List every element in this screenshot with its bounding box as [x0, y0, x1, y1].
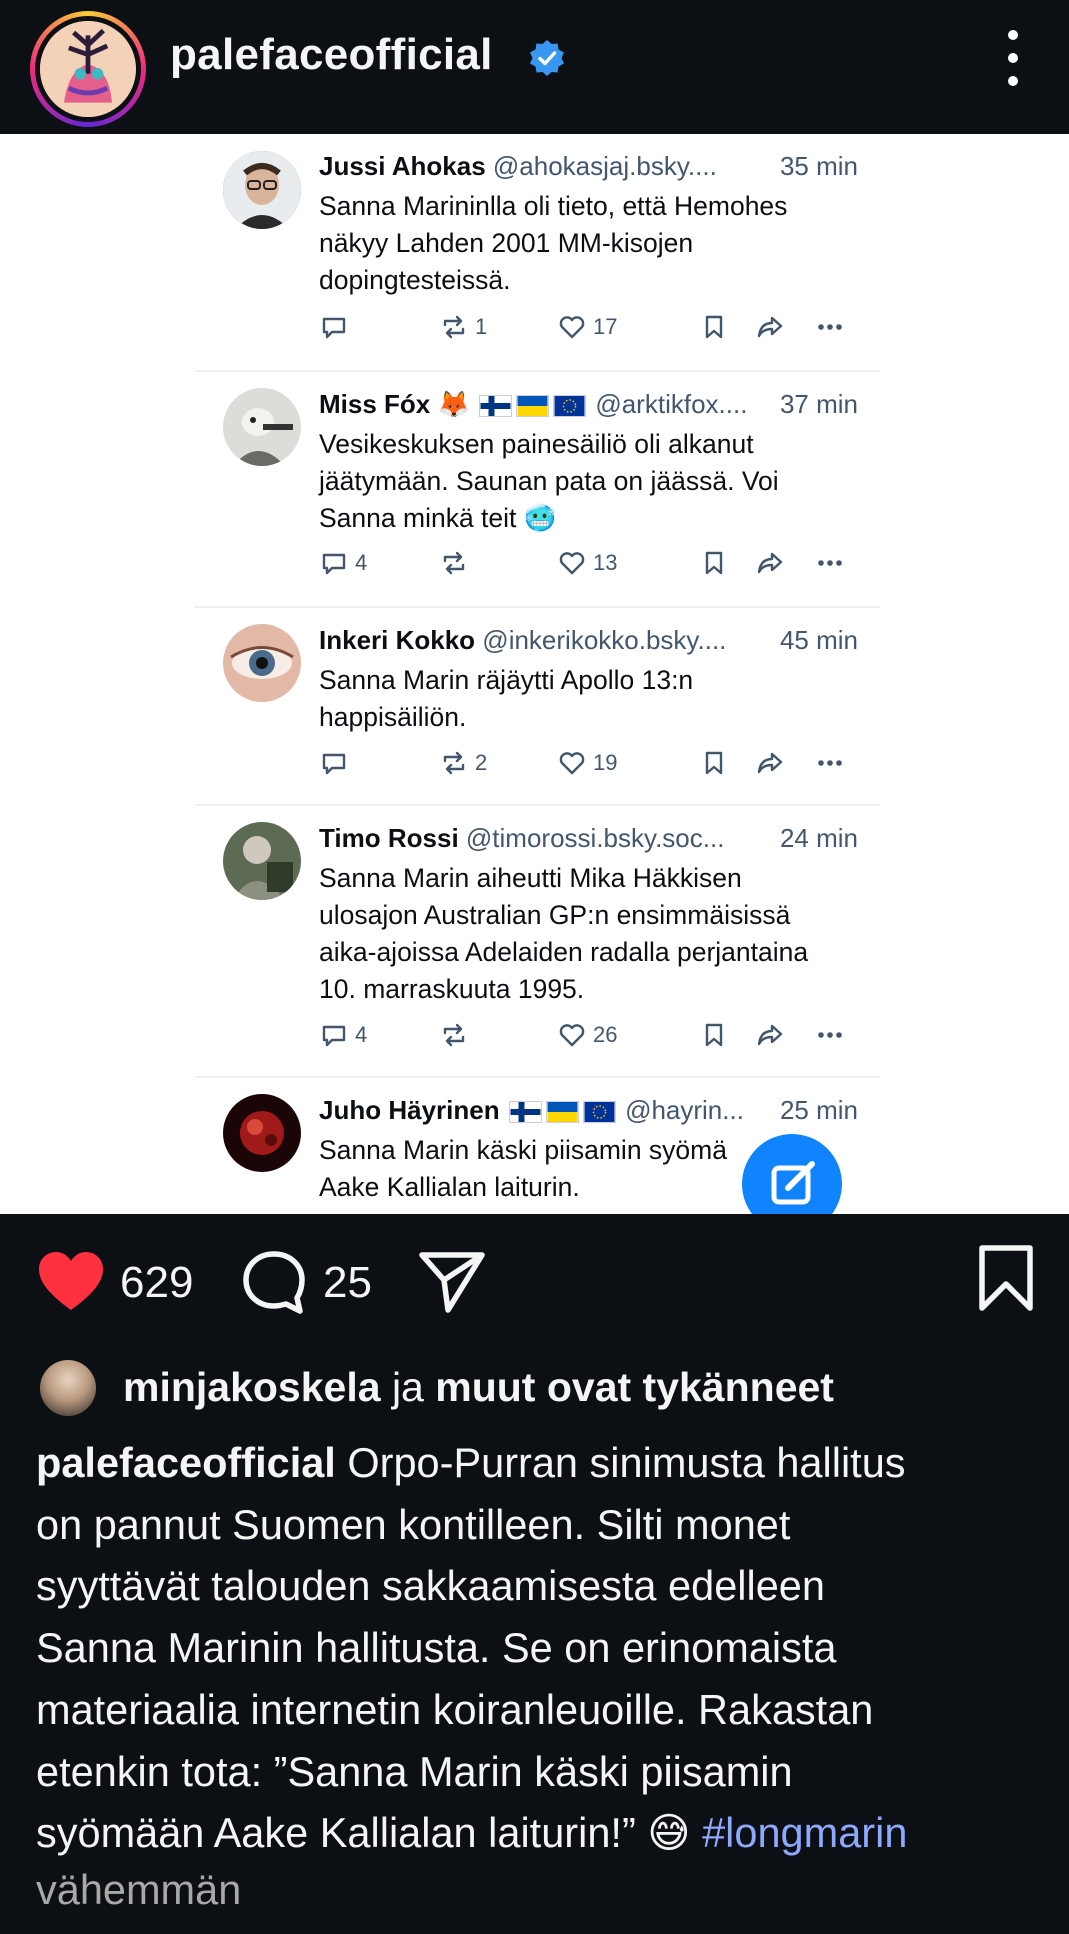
caption-username[interactable]: palefaceofficial — [36, 1439, 336, 1486]
finland-flag-icon — [508, 1101, 542, 1124]
share-small-icon — [755, 1020, 785, 1050]
liked-by[interactable]: minjakoskela ja muut ovat tykänneet — [123, 1364, 834, 1411]
author-name: Juho Häyrinen — [319, 1095, 500, 1125]
avatar[interactable] — [40, 1360, 96, 1416]
caption-line: Sanna Marinin hallitusta. Se on erinomai… — [36, 1624, 837, 1672]
caption-line: syömään Aake Kallialan laiturin!” 😅 — [36, 1809, 703, 1857]
repost-icon: 2 — [439, 748, 487, 778]
more-horizontal-icon — [815, 548, 845, 578]
post-header: palefaceofficial — [0, 0, 1069, 134]
header-username[interactable]: palefaceofficial — [170, 30, 493, 80]
repost-icon — [439, 548, 475, 578]
share-small-icon — [755, 548, 785, 578]
author-name: Inkeri Kokko — [319, 625, 476, 655]
ukraine-flag-icon — [545, 1101, 579, 1124]
embedded-post: Jussi Ahokas @ahokasjaj.bsky.... 35 min … — [195, 134, 880, 370]
caption-line: Orpo-Purran sinimusta hallitus — [335, 1439, 906, 1486]
post-image[interactable]: Jussi Ahokas @ahokasjaj.bsky.... 35 min … — [0, 134, 1069, 1214]
share-small-icon — [755, 312, 785, 342]
liked-by-connector: ja — [391, 1364, 424, 1410]
caption-line: materiaalia internetin koiranleuoille. R… — [36, 1685, 874, 1733]
bookmark-icon[interactable] — [976, 1244, 1036, 1312]
like-icon: 17 — [557, 312, 617, 342]
hashtag-link[interactable]: #longmarin — [702, 1809, 907, 1856]
caption-line: on pannut Suomen kontilleen. Silti monet — [36, 1500, 791, 1548]
author-handle: @inkerikokko.bsky.... — [482, 625, 727, 655]
like-count[interactable]: 629 — [120, 1258, 193, 1308]
eu-flag-icon — [553, 395, 587, 418]
liked-by-others[interactable]: muut ovat tykänneet — [435, 1364, 834, 1410]
caption: palefaceofficial Orpo-Purran sinimusta h… — [36, 1432, 1056, 1864]
author-name: Miss Fóx 🦊 — [319, 389, 470, 419]
bookmark-small-icon — [699, 748, 729, 778]
reply-icon: 4 — [319, 1020, 367, 1050]
like-icon: 26 — [557, 1020, 617, 1050]
post-time: 37 min — [779, 389, 858, 419]
post-time: 35 min — [779, 151, 858, 181]
comment-icon[interactable] — [240, 1249, 308, 1317]
author-handle: @ahokasjaj.bsky.... — [492, 151, 717, 181]
repost-icon: 1 — [439, 312, 487, 342]
liked-by-user[interactable]: minjakoskela — [123, 1364, 381, 1410]
author-name: Jussi Ahokas — [319, 151, 486, 181]
avatar — [223, 1094, 301, 1172]
caption-line: syyttävät talouden sakkaamisesta edellee… — [36, 1562, 825, 1610]
more-vertical-icon[interactable] — [998, 30, 1028, 86]
repost-icon — [439, 1020, 475, 1050]
author-handle: @arktikfox.... — [595, 389, 748, 419]
post-text: Sanna Marin räjäytti Apollo 13:n happisäi… — [319, 665, 694, 732]
post-time: 45 min — [779, 625, 858, 655]
post-text: Sanna Marin aiheutti Mika Häkkisen ulosaj… — [319, 863, 809, 1004]
like-icon: 13 — [557, 548, 617, 578]
more-horizontal-icon — [815, 1020, 845, 1050]
avatar — [223, 822, 301, 900]
heart-icon[interactable] — [36, 1250, 106, 1314]
compose-icon — [742, 1134, 842, 1214]
author-handle: @timorossi.bsky.soc... — [465, 823, 725, 853]
bookmark-small-icon — [699, 1020, 729, 1050]
share-small-icon — [755, 748, 785, 778]
avatar — [223, 624, 301, 702]
reply-icon — [319, 312, 355, 342]
post-time: 24 min — [779, 823, 858, 853]
bookmark-small-icon — [699, 312, 729, 342]
comment-count[interactable]: 25 — [323, 1258, 372, 1308]
post-text: Sanna Marininlla oli tieto, että Hemohes… — [319, 191, 788, 295]
avatar — [223, 388, 301, 466]
caption-line: etenkin tota: ”Sanna Marin käski piisami… — [36, 1747, 793, 1795]
author-handle: @hayrin... — [625, 1095, 744, 1125]
verified-badge-icon — [530, 40, 564, 76]
author-name: Timo Rossi — [319, 823, 459, 853]
post-text: Vesikeskuksen painesäiliö oli alkanut jää… — [319, 429, 779, 533]
like-icon: 19 — [557, 748, 617, 778]
embedded-post: Inkeri Kokko @inkerikokko.bsky.... 45 mi… — [195, 608, 880, 804]
profile-avatar[interactable] — [30, 11, 146, 127]
show-less-button[interactable]: vähemmän — [36, 1866, 241, 1914]
post-time: 25 min — [779, 1095, 858, 1125]
embedded-post: Miss Fóx 🦊 @arktikfox.... 37 min Vesikes… — [195, 372, 880, 606]
embedded-post: Timo Rossi @timorossi.bsky.soc... 24 min… — [195, 806, 880, 1076]
reply-icon: 4 — [319, 548, 367, 578]
more-horizontal-icon — [815, 748, 845, 778]
more-horizontal-icon — [815, 312, 845, 342]
bookmark-small-icon — [699, 548, 729, 578]
reply-icon — [319, 748, 355, 778]
finland-flag-icon — [479, 395, 513, 418]
share-icon[interactable] — [418, 1250, 486, 1314]
ukraine-flag-icon — [516, 395, 550, 418]
avatar — [223, 151, 301, 229]
eu-flag-icon — [582, 1101, 616, 1124]
